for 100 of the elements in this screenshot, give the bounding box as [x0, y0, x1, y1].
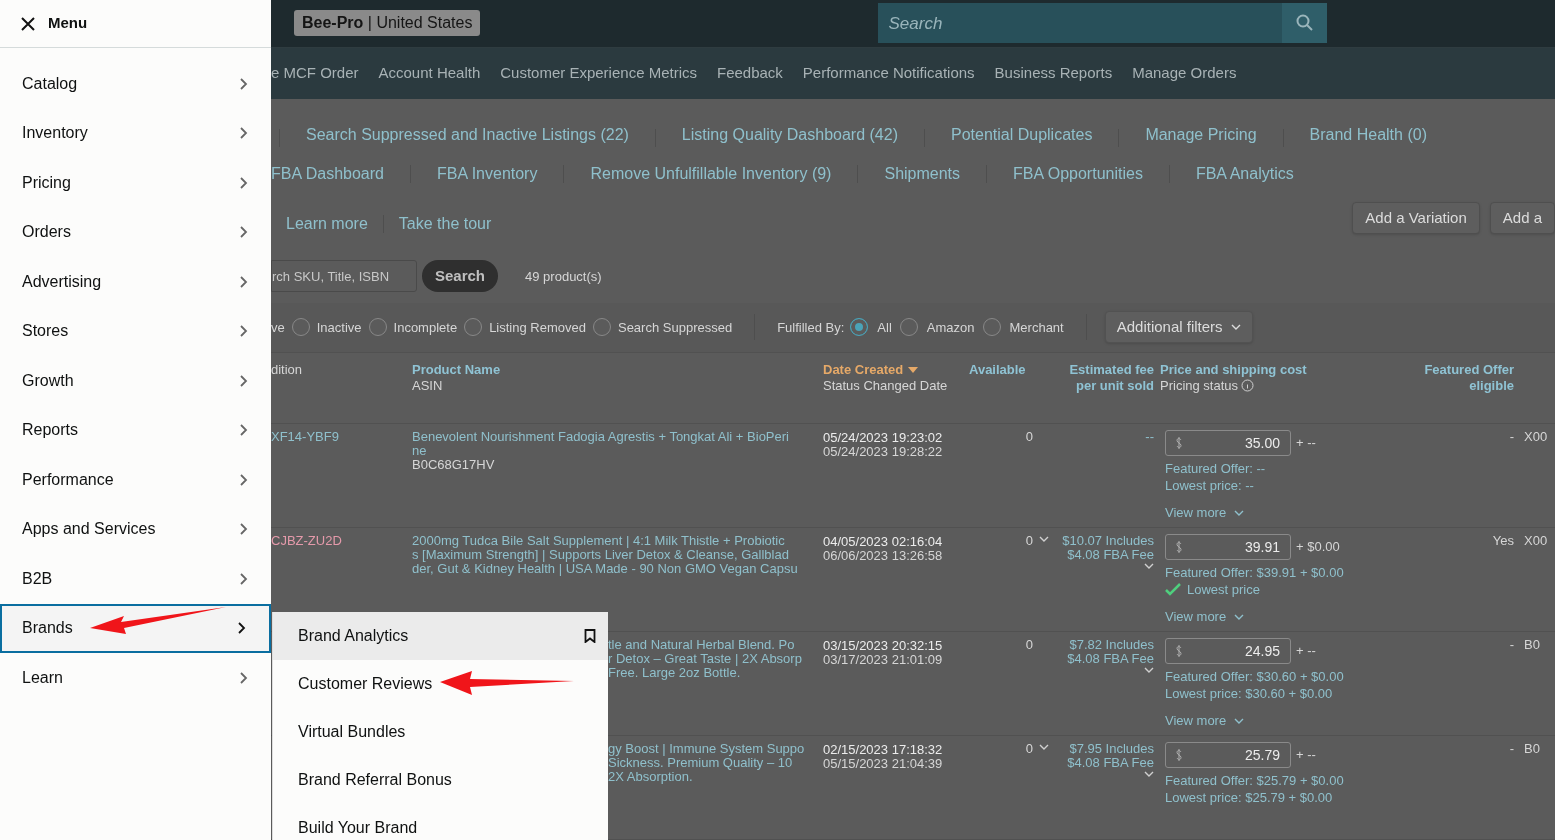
menu-item[interactable]: Performance [0, 455, 271, 505]
radio-button[interactable] [982, 318, 1001, 337]
product-name-line[interactable]: ne [412, 444, 823, 458]
store-selector[interactable]: Bee-Pro | United States [294, 10, 481, 37]
price-field[interactable]: 39.91 [1165, 534, 1291, 560]
product-name-line[interactable]: 2000mg Tudca Bile Salt Supplement | 4:1 Milk Thistle + Probiotic [412, 534, 823, 548]
price-field[interactable]: 24.95 [1165, 638, 1291, 664]
column-title[interactable]: Available [969, 361, 1026, 378]
action-button[interactable]: Add a Variation [1352, 201, 1480, 234]
view-more-link[interactable]: View more [1165, 714, 1400, 728]
chevron-right-icon [239, 571, 249, 586]
help-link[interactable]: Take the tour [398, 211, 492, 236]
subnav-link[interactable]: FBA Dashboard [271, 162, 384, 187]
price-field[interactable]: 25.79 [1165, 742, 1291, 768]
search-button[interactable] [1282, 3, 1328, 44]
nav-link[interactable]: Feedback [717, 62, 783, 85]
column-title[interactable]: Featured Offer eligible [1419, 361, 1514, 394]
lowest-price-text: Lowest price: -- [1165, 477, 1254, 494]
chevron-down-icon [1039, 743, 1049, 751]
column-subtitle: dition [271, 361, 303, 378]
sku-link[interactable]: XF14-YBF9 [271, 429, 339, 444]
product-name-line[interactable]: Free. Large 2oz Bottle. [608, 666, 823, 680]
column-title[interactable]: Date Created [823, 361, 904, 378]
status-changed-date: 03/17/2023 21:01:09 [823, 653, 944, 667]
radio-button[interactable] [464, 318, 483, 337]
product-name-line[interactable]: s [Maximum Strength] | Supports Liver Detox & Cleanse, Gallblad [412, 548, 823, 562]
dollar-icon [1176, 645, 1182, 657]
radio-button[interactable] [899, 318, 918, 337]
nav-link[interactable]: Performance Notifications [802, 62, 975, 85]
close-icon[interactable] [20, 15, 36, 32]
featured-offer-text: Featured Offer: -- [1165, 460, 1267, 477]
chevron-right-icon [239, 373, 249, 388]
menu-item[interactable]: Reports [0, 405, 271, 455]
chevron-right-icon [239, 126, 249, 141]
action-button[interactable]: Add a [1489, 201, 1555, 234]
submenu-item[interactable]: Brand Analytics [273, 612, 608, 660]
nav-link[interactable]: Account Health [378, 62, 481, 85]
listing-search-field[interactable]: rch SKU, Title, ISBN [271, 260, 417, 293]
chevron-down-icon [1144, 562, 1154, 570]
menu-item[interactable]: Brands [0, 603, 271, 653]
fee-text: $4.08 FBA Fee [1067, 548, 1154, 562]
product-name-line[interactable]: der, Gut & Kidney Health | USA Made - 90 Non GMO Vegan Capsu [412, 562, 823, 576]
chevron-right-icon [239, 225, 249, 240]
lowest-price-text: Lowest price: $30.60 + $0.00 [1165, 685, 1333, 702]
shipping-cost: + -- [1296, 644, 1316, 658]
available-count: 0 [1025, 638, 1033, 654]
help-link[interactable]: Learn more [286, 211, 368, 236]
view-more-link[interactable]: View more [1165, 506, 1400, 520]
column-title[interactable]: Price and shipping cost [1160, 361, 1307, 378]
search-field[interactable]: Search [878, 3, 1283, 44]
subnav-link[interactable]: Brand Health (0) [1309, 122, 1427, 147]
column-title[interactable]: Estimated fee per unit sold [1059, 361, 1154, 394]
nav-link[interactable]: Business Reports [994, 62, 1113, 85]
additional-filters-dropdown[interactable]: Additional filters [1104, 311, 1253, 344]
chevron-right-icon [239, 472, 249, 487]
menu-item[interactable]: Inventory [0, 108, 271, 158]
subnav-link[interactable]: Manage Pricing [1145, 122, 1257, 147]
eligible-text: - [1509, 430, 1514, 446]
menu-item[interactable]: Apps and Services [0, 504, 271, 554]
bookmark-icon[interactable] [584, 629, 596, 643]
search-icon [1295, 14, 1314, 33]
product-name-line[interactable]: Sickness. Premium Quality – 10 [608, 756, 823, 770]
subnav-link[interactable]: Listing Quality Dashboard (42) [681, 122, 898, 147]
view-more-link[interactable]: View more [1165, 610, 1400, 624]
radio-button[interactable] [592, 318, 611, 337]
price-field[interactable]: 35.00 [1165, 430, 1291, 456]
chevron-down-icon [1230, 323, 1241, 332]
subnav-link[interactable]: Shipments [884, 162, 961, 187]
subnav-link[interactable]: Potential Duplicates [950, 122, 1093, 147]
filter-label: Fulfilled By: [777, 318, 845, 337]
column-title[interactable]: Product Name [412, 361, 501, 378]
nav-link[interactable]: e MCF Order [271, 62, 359, 85]
product-name-line[interactable]: tle and Natural Herbal Blend. Po [608, 638, 823, 652]
product-name-line[interactable]: r Detox – Great Taste | 2X Absorp [608, 652, 823, 666]
sku-link[interactable]: CJBZ-ZU2D [271, 533, 342, 548]
radio-button[interactable] [368, 318, 387, 337]
product-name-line[interactable]: gy Boost | Immune System Suppo [608, 742, 823, 756]
subnav-link[interactable]: FBA Inventory [436, 162, 538, 187]
menu-item[interactable]: Pricing [0, 158, 271, 208]
fee-text: $7.82 Includes [1069, 638, 1154, 652]
search-button[interactable]: Search [422, 260, 499, 293]
menu-item[interactable]: Growth [0, 356, 271, 406]
subnav-link[interactable]: FBA Analytics [1195, 162, 1294, 187]
radio-button[interactable] [850, 318, 869, 337]
nav-link[interactable]: Customer Experience Metrics [500, 62, 697, 85]
subnav-link[interactable]: Remove Unfulfillable Inventory (9) [590, 162, 832, 187]
radio-label: Incomplete [393, 318, 458, 337]
nav-link[interactable]: Manage Orders [1132, 62, 1237, 85]
menu-item[interactable]: B2B [0, 554, 271, 604]
product-name-line[interactable]: Benevolent Nourishment Fadogia Agrestis + Tongkat Ali + BioPeri [412, 430, 823, 444]
column-subtitle: Pricing status [1160, 377, 1239, 394]
menu-item[interactable]: Stores [0, 306, 271, 356]
subnav-link[interactable]: FBA Opportunities [1013, 162, 1143, 187]
menu-item[interactable]: Orders [0, 207, 271, 257]
subnav-link[interactable]: Search Suppressed and Inactive Listings (22) [306, 122, 629, 147]
product-name-line[interactable]: 2X Absorption. [608, 770, 823, 784]
menu-item[interactable]: Advertising [0, 257, 271, 307]
menu-item[interactable]: Catalog [0, 59, 271, 109]
menu-item[interactable]: Learn [0, 653, 271, 703]
radio-button[interactable] [291, 318, 310, 337]
